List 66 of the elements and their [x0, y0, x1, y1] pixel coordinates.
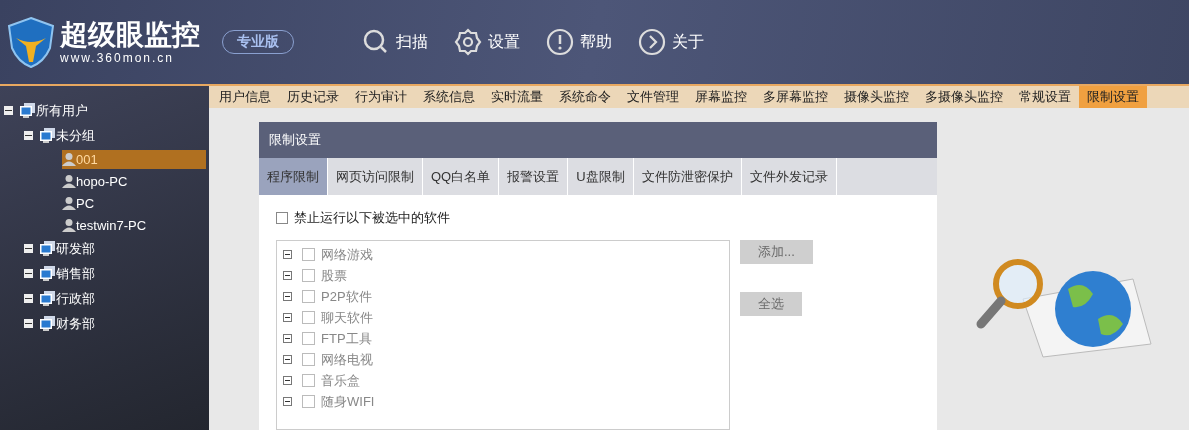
- panel-title: 限制设置: [259, 122, 937, 158]
- subtab[interactable]: 报警设置: [499, 158, 569, 195]
- tab[interactable]: 多摄像头监控: [917, 86, 1011, 108]
- toolbar-button[interactable]: 帮助: [546, 28, 612, 56]
- subtab[interactable]: 文件防泄密保护: [633, 158, 742, 195]
- toolbar-button[interactable]: 设置: [454, 28, 520, 56]
- collapse-toggle[interactable]: [24, 319, 33, 328]
- tab[interactable]: 系统信息: [415, 86, 483, 108]
- tab[interactable]: 文件管理: [619, 86, 687, 108]
- user-icon: [62, 174, 76, 188]
- list-item-label: FTP工具: [321, 329, 372, 348]
- list-item-label: 股票: [321, 266, 347, 285]
- tab[interactable]: 历史记录: [279, 86, 347, 108]
- app-title: 超级眼监控: [60, 19, 200, 51]
- user-icon: [62, 196, 76, 210]
- website-url: www.360mon.cn: [60, 51, 176, 65]
- tree-item[interactable]: 研发部: [39, 237, 183, 260]
- tab[interactable]: 实时流量: [483, 86, 551, 108]
- subtab[interactable]: 文件外发记录: [741, 158, 837, 195]
- monitor-icon: [19, 102, 36, 119]
- exclamation-circle-icon: [546, 28, 574, 56]
- checkbox-label: 禁止运行以下被选中的软件: [294, 209, 450, 227]
- collapse-toggle[interactable]: [4, 106, 13, 115]
- toolbar-button[interactable]: 关于: [638, 28, 704, 56]
- tab[interactable]: 行为审计: [347, 86, 415, 108]
- tab[interactable]: 用户信息: [211, 86, 279, 108]
- tab[interactable]: 限制设置: [1079, 86, 1147, 108]
- user-icon: [62, 218, 76, 232]
- tab[interactable]: 屏幕监控: [687, 86, 755, 108]
- collapse-toggle[interactable]: [24, 294, 33, 303]
- monitor-icon: [39, 290, 56, 307]
- chevron-circle-icon: [638, 28, 666, 56]
- list-item-label: 音乐盒: [321, 371, 360, 390]
- subtab[interactable]: 程序限制: [259, 158, 328, 195]
- user-icon: [62, 152, 76, 166]
- collapse-toggle[interactable]: [24, 269, 33, 278]
- monitor-icon: [39, 127, 56, 144]
- tree-item[interactable]: 行政部: [39, 287, 183, 310]
- list-item-label: 网络电视: [321, 350, 373, 369]
- collapse-toggle[interactable]: [24, 244, 33, 253]
- tree-item[interactable]: PC: [62, 193, 206, 213]
- tree-item[interactable]: 财务部: [39, 312, 183, 335]
- tree-item[interactable]: 所有用户: [19, 99, 163, 122]
- subtab[interactable]: U盘限制: [568, 158, 634, 195]
- tree-item[interactable]: testwin7-PC: [62, 215, 206, 235]
- tree-item[interactable]: hopo-PC: [62, 171, 206, 191]
- monitor-icon: [39, 240, 56, 257]
- monitor-icon: [39, 265, 56, 282]
- tab[interactable]: 摄像头监控: [836, 86, 917, 108]
- gear-icon: [454, 28, 482, 56]
- shield-logo-icon: [6, 16, 56, 68]
- subtab[interactable]: QQ白名单: [423, 158, 500, 195]
- tree-item[interactable]: 未分组: [39, 124, 183, 147]
- toolbar-button[interactable]: 扫描: [362, 28, 428, 56]
- list-item-label: P2P软件: [321, 287, 372, 306]
- list-item-label: 随身WIFI: [321, 392, 375, 411]
- list-item-label: 网络游戏: [321, 245, 373, 264]
- list-item-label: 聊天软件: [321, 308, 373, 327]
- subtab[interactable]: 网页访问限制: [328, 158, 423, 195]
- tab[interactable]: 常规设置: [1011, 86, 1079, 108]
- checkbox[interactable]: [276, 212, 288, 224]
- monitor-icon: [39, 315, 56, 332]
- tab[interactable]: 多屏幕监控: [755, 86, 836, 108]
- collapse-toggle[interactable]: [24, 131, 33, 140]
- tree-item[interactable]: 销售部: [39, 262, 183, 285]
- tab[interactable]: 系统命令: [551, 86, 619, 108]
